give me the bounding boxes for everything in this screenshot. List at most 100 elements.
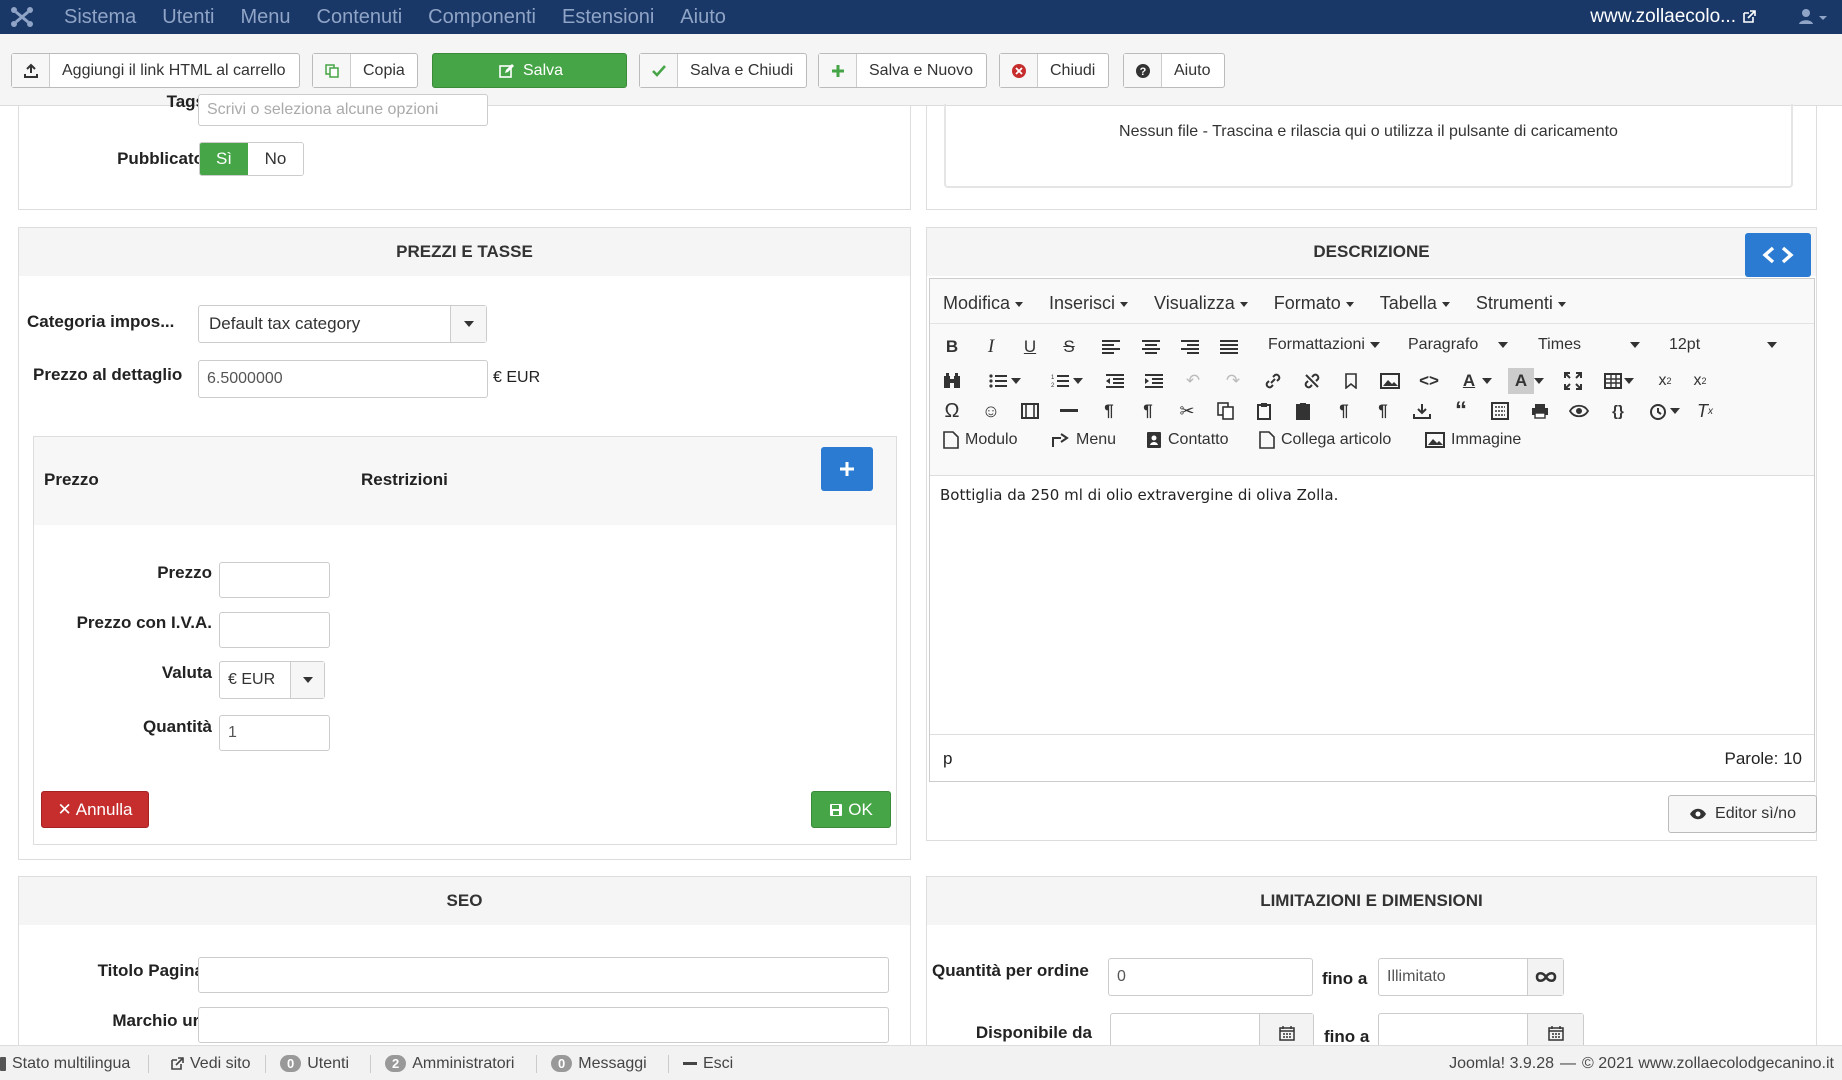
media-icon[interactable] — [1017, 398, 1043, 424]
price-vat-input[interactable] — [219, 612, 330, 648]
preview-icon[interactable] — [1566, 398, 1592, 424]
code-view-icon[interactable]: <> — [1416, 368, 1442, 394]
indent-icon[interactable] — [1141, 368, 1167, 394]
plugin-module-button[interactable]: Modulo — [943, 431, 1017, 449]
qty-max-input[interactable]: Illimitato — [1379, 959, 1527, 995]
editor-content[interactable]: Bottiglia da 250 ml di olio extravergine… — [940, 486, 1338, 504]
outdent-icon[interactable] — [1102, 368, 1128, 394]
menu-componenti[interactable]: Componenti — [428, 6, 536, 29]
site-link[interactable]: www.zollaecolo... — [1590, 0, 1756, 34]
cancel-button[interactable]: ✕ Annulla — [41, 791, 149, 828]
block-format-dropdown[interactable]: Paragrafo — [1408, 336, 1508, 354]
users-status[interactable]: 0 Utenti — [280, 1046, 349, 1080]
visual-blocks-icon[interactable]: ¶ — [1331, 398, 1357, 424]
bullet-list-icon[interactable] — [985, 368, 1011, 394]
menu-contenuti[interactable]: Contenuti — [317, 6, 403, 29]
align-left-icon[interactable] — [1098, 334, 1124, 360]
infinity-icon[interactable] — [1527, 959, 1563, 995]
menu-estensioni[interactable]: Estensioni — [562, 6, 654, 29]
emoticons-icon[interactable]: ☺ — [978, 398, 1004, 424]
template-icon[interactable] — [1409, 398, 1435, 424]
published-yes[interactable]: Sì — [200, 143, 248, 175]
view-site-link[interactable]: Vedi sito — [170, 1046, 250, 1080]
background-color-icon[interactable]: A — [1508, 368, 1534, 394]
menu-sistema[interactable]: Sistema — [64, 6, 136, 29]
italic-icon[interactable]: I — [978, 334, 1004, 360]
messages-status[interactable]: 0 Messaggi — [551, 1046, 647, 1080]
paste-text-icon[interactable] — [1291, 398, 1317, 424]
bullet-list-caret-icon[interactable] — [1009, 368, 1023, 394]
background-color-caret-icon[interactable] — [1532, 368, 1546, 394]
editor-menu-tabella[interactable]: Tabella — [1380, 293, 1450, 314]
editor-menu-formato[interactable]: Formato — [1274, 293, 1354, 314]
plugin-image-button[interactable]: Immagine — [1425, 431, 1521, 449]
font-family-dropdown[interactable]: Times — [1538, 336, 1640, 354]
menu-aiuto[interactable]: Aiuto — [680, 6, 726, 29]
unlink-icon[interactable] — [1299, 368, 1325, 394]
help-button[interactable]: ? Aiuto — [1123, 53, 1225, 88]
datetime-caret-icon[interactable] — [1668, 398, 1682, 424]
copy-button[interactable]: Copia — [312, 53, 418, 88]
menu-menu[interactable]: Menu — [241, 6, 291, 29]
tax-category-select[interactable]: Default tax category — [198, 305, 487, 343]
blockquote-icon[interactable]: “ — [1448, 397, 1474, 424]
strikethrough-icon[interactable]: S — [1056, 334, 1082, 360]
cut-icon[interactable]: ✂ — [1174, 398, 1200, 424]
bookmark-icon[interactable] — [1338, 368, 1364, 394]
paste-icon[interactable] — [1252, 398, 1278, 424]
find-replace-icon[interactable] — [939, 368, 965, 394]
print-icon[interactable] — [1527, 398, 1553, 424]
ltr-icon[interactable]: ¶ — [1096, 398, 1122, 424]
subscript-icon[interactable]: x2 — [1652, 368, 1678, 394]
editor-menu-inserisci[interactable]: Inserisci — [1049, 293, 1128, 314]
image-icon[interactable] — [1377, 368, 1403, 394]
menu-utenti[interactable]: Utenti — [162, 6, 214, 29]
align-justify-icon[interactable] — [1216, 334, 1242, 360]
numbered-list-caret-icon[interactable] — [1071, 368, 1085, 394]
tags-input[interactable]: Scrivi o seleziona alcune opzioni — [198, 94, 488, 126]
bold-icon[interactable]: B — [939, 334, 965, 360]
price-input[interactable] — [219, 562, 330, 598]
align-center-icon[interactable] — [1138, 334, 1164, 360]
code-sample-icon[interactable]: {} — [1605, 398, 1631, 424]
copy-icon[interactable] — [1213, 398, 1239, 424]
visual-chars-icon[interactable]: ¶ — [1370, 398, 1396, 424]
fullscreen-icon[interactable] — [1560, 368, 1586, 394]
undo-icon[interactable]: ↶ — [1180, 368, 1206, 394]
clear-formatting-icon[interactable]: Tx — [1692, 398, 1718, 424]
toggle-editor-button[interactable]: Editor sì/no — [1668, 795, 1817, 833]
save-new-button[interactable]: Salva e Nuovo — [818, 53, 987, 88]
add-html-link-button[interactable]: Aggiungi il link HTML al carrello — [11, 53, 300, 88]
published-no[interactable]: No — [248, 143, 303, 175]
align-right-icon[interactable] — [1177, 334, 1203, 360]
save-button[interactable]: Salva — [432, 53, 627, 88]
pagebreak-icon[interactable] — [1487, 398, 1513, 424]
page-title-input[interactable] — [198, 957, 889, 993]
save-close-button[interactable]: Salva e Chiudi — [639, 53, 807, 88]
close-button[interactable]: Chiudi — [999, 53, 1109, 88]
qty-min-input[interactable]: 0 — [1108, 958, 1313, 996]
plugin-article-button[interactable]: Collega articolo — [1259, 431, 1391, 449]
rtl-icon[interactable]: ¶ — [1135, 398, 1161, 424]
redo-icon[interactable]: ↷ — [1220, 368, 1246, 394]
quantity-input[interactable]: 1 — [219, 715, 330, 751]
horizontal-rule-icon[interactable] — [1056, 398, 1082, 424]
admins-status[interactable]: 2 Amministratori — [385, 1046, 514, 1080]
text-color-icon[interactable]: A — [1456, 368, 1482, 394]
retail-price-input[interactable]: 6.5000000 — [198, 360, 488, 398]
code-toggle-button[interactable] — [1745, 233, 1811, 277]
element-path[interactable]: p — [943, 749, 952, 769]
editor-menu-modifica[interactable]: Modifica — [943, 293, 1023, 314]
numbered-list-icon[interactable]: 12 — [1047, 368, 1073, 394]
text-color-caret-icon[interactable] — [1480, 368, 1494, 394]
ok-button[interactable]: OK — [811, 791, 891, 828]
multilang-status[interactable]: Stato multilingua — [0, 1046, 130, 1080]
editor-menu-strumenti[interactable]: Strumenti — [1476, 293, 1566, 314]
upload-dropzone[interactable]: Nessun file - Trascina e rilascia qui o … — [944, 104, 1793, 188]
font-size-dropdown[interactable]: 12pt — [1669, 336, 1777, 354]
underline-icon[interactable]: U — [1017, 334, 1043, 360]
link-icon[interactable] — [1260, 368, 1286, 394]
special-char-icon[interactable]: Ω — [939, 398, 965, 424]
table-caret-icon[interactable] — [1622, 368, 1636, 394]
url-alias-input[interactable] — [198, 1007, 889, 1043]
